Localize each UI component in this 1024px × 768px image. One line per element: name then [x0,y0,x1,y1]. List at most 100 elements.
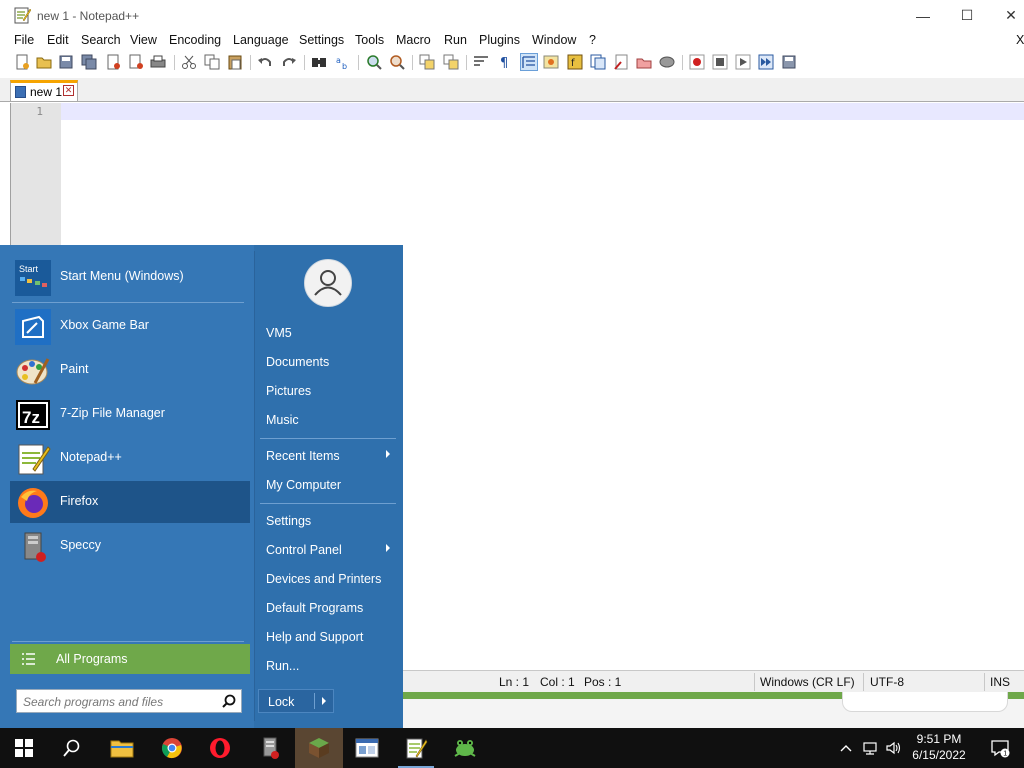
menu-settings[interactable]: Settings [299,33,344,47]
taskbar-minecraft[interactable] [295,728,343,768]
menu-macro[interactable]: Macro [396,33,431,47]
zoom-out-icon[interactable] [389,54,405,70]
user-avatar[interactable] [304,259,352,307]
status-eol[interactable]: Windows (CR LF) [760,675,855,689]
menu-window[interactable]: Window [532,33,576,47]
paste-icon[interactable] [227,54,243,70]
menu-plugins[interactable]: Plugins [479,33,520,47]
new-file-icon[interactable] [14,54,30,70]
menu-help[interactable]: ? [589,33,596,47]
link-music[interactable]: Music [258,407,396,433]
cut-icon[interactable] [181,54,197,70]
link-default-programs[interactable]: Default Programs [258,595,396,621]
search-icon[interactable] [222,694,236,708]
start-button[interactable] [0,728,48,768]
replace-icon[interactable]: ab [335,54,351,70]
pinned-start-menu-windows[interactable]: Start Start Menu (Windows) [10,256,250,298]
save-all-icon[interactable] [81,54,97,70]
play-macro-icon[interactable] [735,54,751,70]
define-language-icon[interactable] [543,54,559,70]
taskbar-file-explorer[interactable] [98,728,146,768]
menu-view[interactable]: View [130,33,157,47]
volume-icon[interactable] [885,740,901,756]
save-macro-icon[interactable] [781,54,797,70]
sync-vertical-icon[interactable] [419,54,435,70]
pinned-notepadpp[interactable]: Notepad++ [10,437,250,479]
taskbar-window-app[interactable] [343,728,391,768]
status-insert-mode[interactable]: INS [990,675,1010,689]
power-options-arrow-icon[interactable] [322,697,326,705]
menu-file[interactable]: File [14,33,34,47]
taskbar-chrome[interactable] [148,728,196,768]
action-center-button[interactable]: 1 [976,728,1024,768]
taskbar-speccy[interactable] [246,728,294,768]
pinned-paint[interactable]: Paint [10,349,250,391]
minimize-button[interactable]: — [900,0,946,31]
link-control-panel[interactable]: Control Panel [258,537,396,563]
status-encoding[interactable]: UTF-8 [870,675,904,689]
copy-icon[interactable] [204,54,220,70]
run-macro-multiple-icon[interactable] [758,54,774,70]
background-window-box [842,692,1008,712]
title-bar[interactable]: new 1 - Notepad++ — ☐ ✕ [0,0,1024,31]
sync-horizontal-icon[interactable] [443,54,459,70]
link-user-vm5[interactable]: VM5 [258,320,396,346]
menu-run[interactable]: Run [444,33,467,47]
pinned-speccy[interactable]: Speccy [10,525,250,567]
pinned-firefox[interactable]: Firefox [10,481,250,523]
undo-icon[interactable] [257,54,273,70]
tab-close-icon[interactable]: ✕ [63,85,74,96]
function-list-icon[interactable]: f [567,54,583,70]
system-clock[interactable]: 9:51 PM 6/15/2022 [903,731,975,763]
folder-workspace-icon[interactable] [636,54,652,70]
pinned-divider [12,302,244,303]
pinned-7zip[interactable]: 7z 7-Zip File Manager [10,393,250,435]
taskbar-opera[interactable] [196,728,244,768]
menu-tools[interactable]: Tools [355,33,384,47]
menu-search[interactable]: Search [81,33,121,47]
tab-new-1[interactable]: new 1 ✕ [10,80,78,101]
menu-edit[interactable]: Edit [47,33,69,47]
close-button[interactable]: ✕ [988,0,1024,31]
start-search-box[interactable] [16,689,242,713]
pinned-label: Notepad++ [60,450,122,464]
save-icon[interactable] [58,54,74,70]
pinned-xbox-game-bar[interactable]: Xbox Game Bar [10,305,250,347]
word-wrap-icon[interactable] [473,54,489,70]
doc-map-icon[interactable] [590,54,606,70]
search-input[interactable] [23,693,213,710]
taskbar-search-button[interactable] [48,728,96,768]
status-position: Pos : 1 [584,675,622,689]
indent-guide-icon[interactable] [520,53,538,71]
maximize-button[interactable]: ☐ [944,0,990,31]
link-documents[interactable]: Documents [258,349,396,375]
zoom-in-icon[interactable] [366,54,382,70]
link-help-support[interactable]: Help and Support [258,624,396,650]
print-icon[interactable] [150,54,166,70]
menu-encoding[interactable]: Encoding [169,33,221,47]
taskbar-frog-app[interactable] [441,728,489,768]
close-file-icon[interactable] [105,54,121,70]
open-file-icon[interactable] [36,54,52,70]
network-icon[interactable] [862,740,878,756]
link-my-computer[interactable]: My Computer [258,472,396,498]
lock-button[interactable]: Lock [258,689,334,713]
link-recent-items[interactable]: Recent Items [258,443,396,469]
chevron-up-icon[interactable] [838,740,854,756]
link-settings[interactable]: Settings [258,508,396,534]
taskbar-notepadpp[interactable] [392,728,440,768]
show-all-chars-icon[interactable]: ¶ [497,54,513,70]
record-macro-icon[interactable] [689,54,705,70]
find-icon[interactable] [311,54,327,70]
link-run[interactable]: Run... [258,653,396,679]
menu-language[interactable]: Language [233,33,289,47]
stop-macro-icon[interactable] [712,54,728,70]
doc-list-icon[interactable] [613,54,629,70]
menu-close-doc[interactable]: X [1016,33,1024,47]
link-pictures[interactable]: Pictures [258,378,396,404]
monitoring-icon[interactable] [659,54,675,70]
close-all-icon[interactable] [128,54,144,70]
link-devices-printers[interactable]: Devices and Printers [258,566,396,592]
all-programs-button[interactable]: All Programs [10,644,250,674]
redo-icon[interactable] [281,54,297,70]
